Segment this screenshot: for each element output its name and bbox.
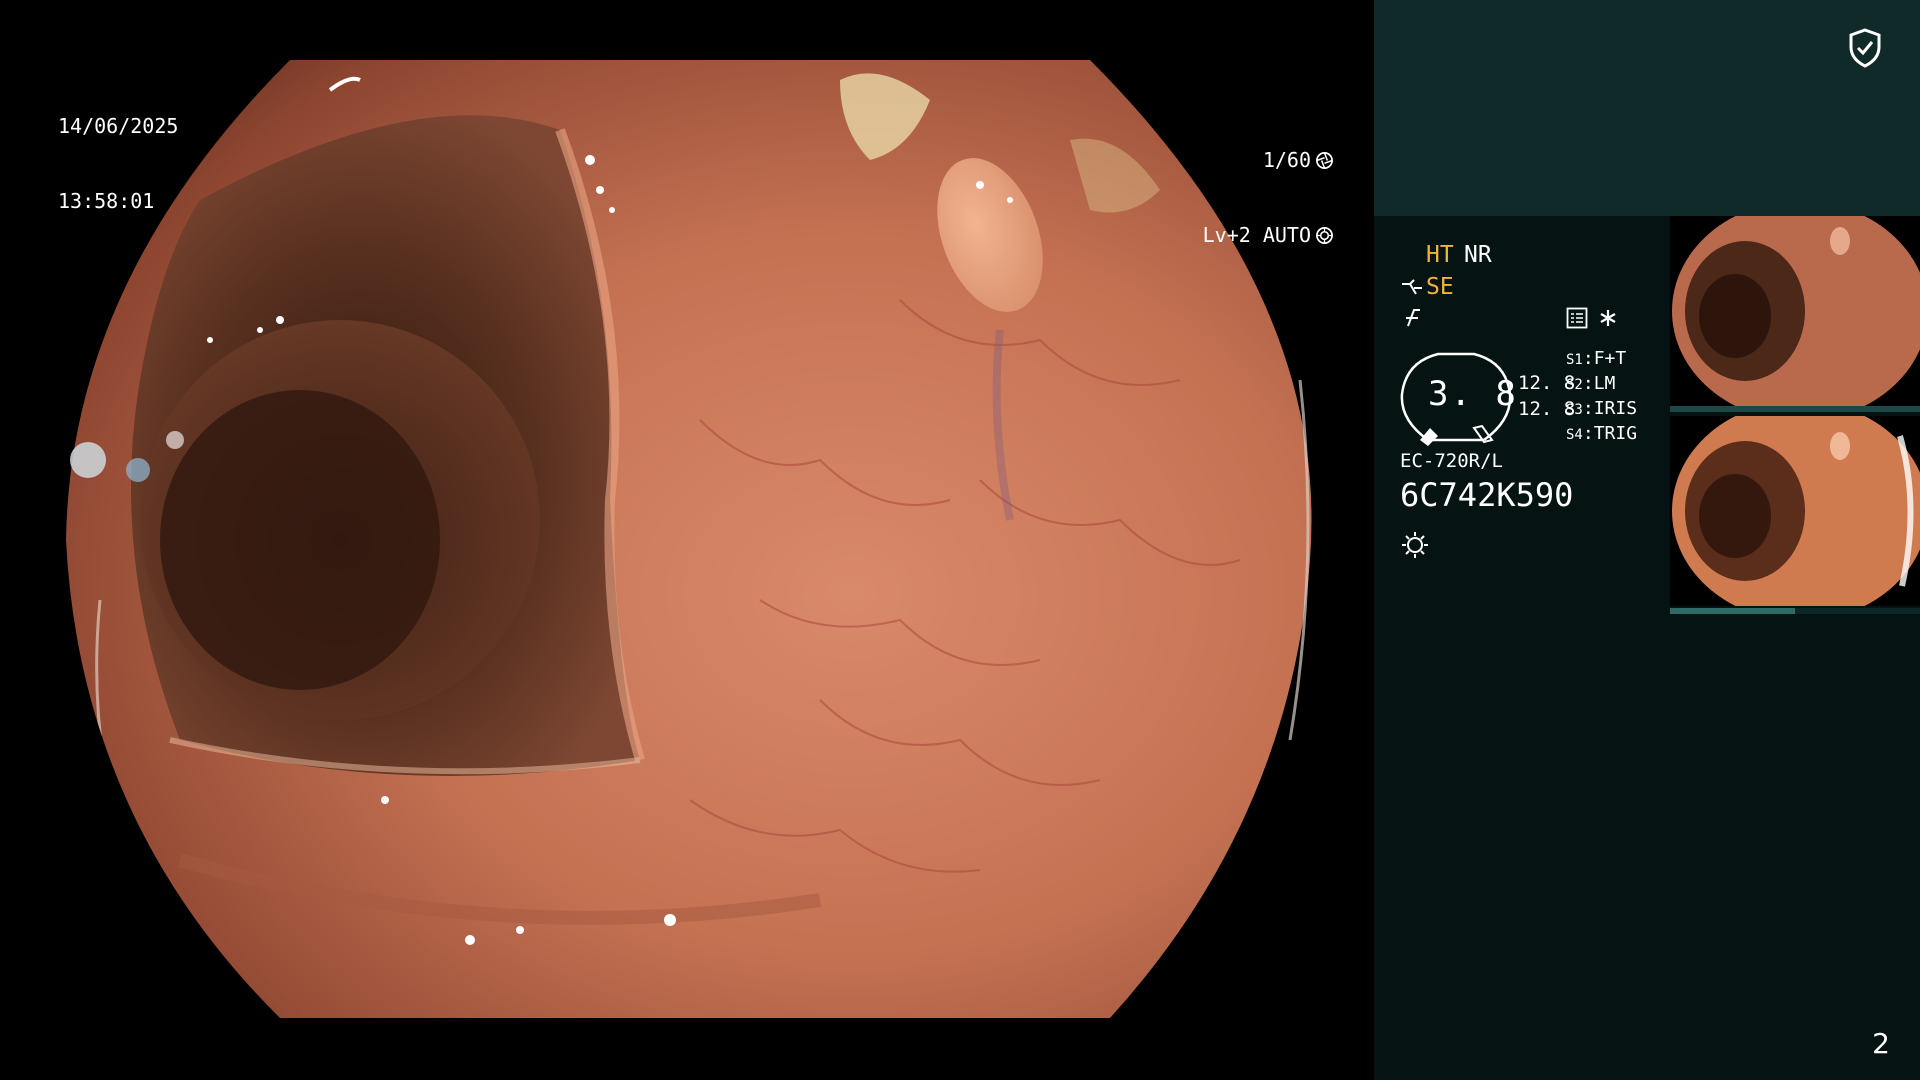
aperture-icon	[1316, 152, 1333, 169]
switch-colon: :	[1582, 423, 1594, 444]
switch-key: S3	[1566, 402, 1583, 418]
switch-key: S1	[1566, 352, 1583, 368]
switch-s2: S2:LM	[1566, 373, 1615, 394]
freeze-icon	[1406, 309, 1420, 327]
date-text: 14/06/2025	[58, 114, 179, 138]
switch-key: S2	[1566, 377, 1583, 393]
shield-check-icon	[1849, 28, 1881, 68]
captured-thumbnail-1[interactable]	[1670, 216, 1920, 406]
gauge-value: 3. 8	[1428, 374, 1518, 414]
se-icon	[1402, 279, 1422, 295]
thumbnail-1-bar	[1670, 406, 1920, 412]
time-text: 13:58:01	[58, 189, 155, 213]
shutter-text: 1/60	[1262, 148, 1311, 172]
list-icon	[1566, 307, 1588, 329]
switch-colon: :	[1582, 348, 1594, 369]
switch-s4: S4:TRIG	[1566, 423, 1637, 444]
switch-s3: S3:IRIS	[1566, 398, 1637, 419]
processor-status-panel: HT NR SE 3. 8 12. 8 12. 8 S1:F+T S2:LM S…	[1374, 0, 1920, 1080]
switch-label: IRIS	[1593, 398, 1638, 419]
colon-lumen-image	[0, 0, 1374, 1080]
thumbnail-2-progress	[1670, 608, 1920, 614]
mode-nr-label: NR	[1464, 242, 1492, 268]
page-number: 2	[1872, 1027, 1890, 1060]
light-level-text: Lv+2 AUTO	[1202, 223, 1311, 247]
star-icon	[1600, 310, 1616, 326]
captured-thumbnail-2[interactable]	[1670, 416, 1920, 606]
scope-serial-text: 6C742K590	[1400, 476, 1574, 514]
mode-se-label: SE	[1426, 274, 1454, 300]
switch-colon: :	[1582, 373, 1594, 394]
switch-label: TRIG	[1593, 423, 1638, 444]
date-time-readout: 14/06/2025 13:58:01	[58, 64, 178, 264]
switch-key: S4	[1566, 427, 1583, 443]
endoscopy-screen: 14/06/2025 13:58:01 1/60 Lv+2 AUTO HT NR…	[0, 0, 1920, 1080]
endoscope-live-view: 14/06/2025 13:58:01 1/60 Lv+2 AUTO	[0, 0, 1374, 1080]
switch-label: LM	[1593, 373, 1616, 394]
switch-s1: S1:F+T	[1566, 348, 1626, 369]
panel-header	[1374, 0, 1920, 216]
exposure-readout: 1/60 Lv+2 AUTO	[1203, 98, 1334, 298]
scope-model-text: EC-720R/L	[1400, 450, 1503, 472]
light-icon	[1402, 532, 1428, 558]
mode-ht-label: HT	[1426, 242, 1454, 268]
iris-icon	[1316, 227, 1333, 244]
switch-colon: :	[1582, 398, 1594, 419]
switch-label: F+T	[1593, 348, 1627, 369]
thumbnail-2-progress-fill	[1670, 608, 1795, 614]
